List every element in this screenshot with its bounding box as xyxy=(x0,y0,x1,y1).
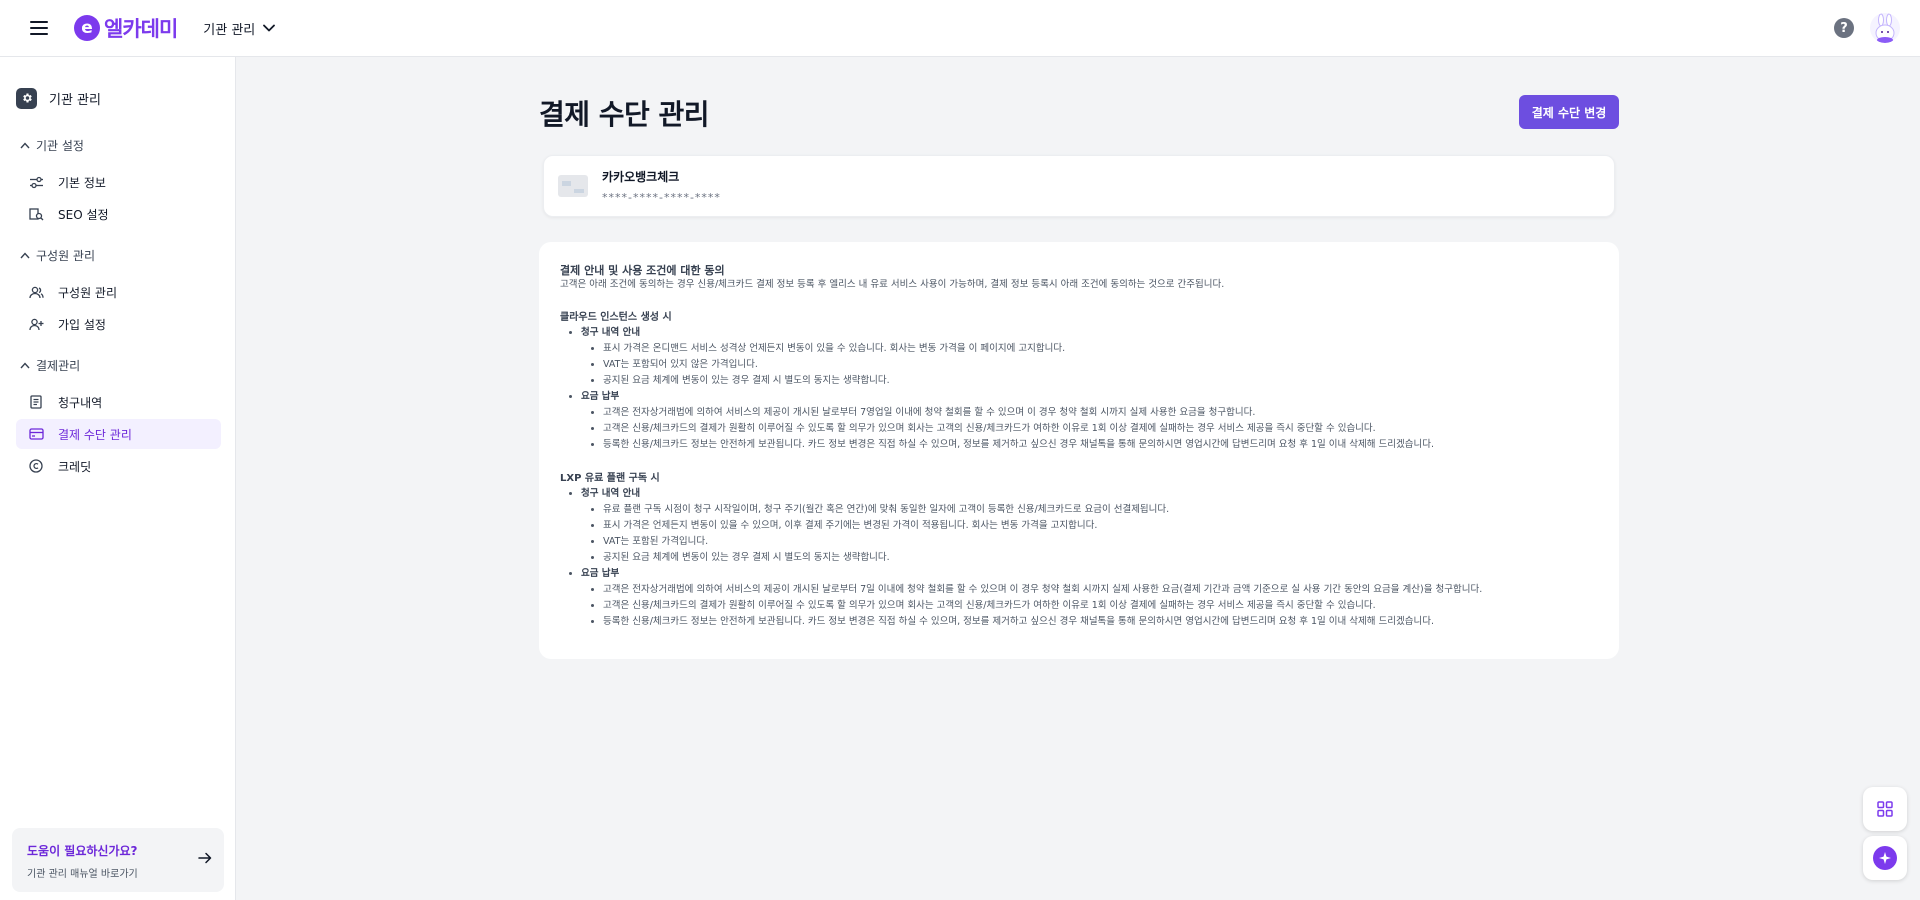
rabbit-avatar-icon xyxy=(1875,13,1895,43)
sidebar-item-signup-settings[interactable]: 가입 설정 xyxy=(16,309,221,339)
assistant-button[interactable] xyxy=(1863,836,1907,880)
top-header: e 엘카데미 기관 관리 ? xyxy=(0,0,1920,57)
help-card-subtitle: 기관 관리 매뉴얼 바로가기 xyxy=(27,869,138,880)
terms-item: 표시 가격은 언제든지 변동이 있을 수 있으며, 이후 결제 주기에는 변경된… xyxy=(603,518,1598,534)
logo[interactable]: e 엘카데미 xyxy=(74,13,178,43)
terms-intro: 고객은 아래 조건에 동의하는 경우 신용/체크카드 결제 정보 등록 후 엘리… xyxy=(560,279,1225,290)
section-title-label: 결제관리 xyxy=(36,358,81,373)
sidebar-item-basic-info[interactable]: 기본 정보 xyxy=(16,167,221,197)
chevron-up-icon xyxy=(20,361,30,368)
help-icon[interactable]: ? xyxy=(1834,18,1854,38)
sidebar-item-label: 구성원 관리 xyxy=(58,285,118,300)
terms-item: 고객은 신용/체크카드의 결제가 원활히 이루어질 수 있도록 할 의무가 있으… xyxy=(603,421,1598,437)
payment-card: 카카오뱅크체크 ****-****-****-**** xyxy=(543,155,1615,217)
grid-icon xyxy=(1877,801,1893,817)
terms-group: 청구 내역 안내 표시 가격은 온디맨드 서비스 성격상 언제든지 변동이 있을… xyxy=(581,325,1598,389)
org-selector[interactable]: 기관 관리 xyxy=(203,19,276,38)
copyright-icon xyxy=(28,458,44,474)
sidebar-item-label: 청구내역 xyxy=(58,395,103,410)
terms-item: VAT는 포함된 가격입니다. xyxy=(603,534,1598,550)
sidebar-item-credit[interactable]: 크레딧 xyxy=(16,451,221,481)
user-plus-icon xyxy=(28,316,44,332)
terms-item: 유료 플랜 구독 시점이 청구 시작일이며, 청구 주기(월간 혹은 연간)에 … xyxy=(603,502,1598,518)
card-number: ****-****-****-**** xyxy=(602,191,721,204)
menu-icon[interactable] xyxy=(30,21,48,35)
logo-mark: e xyxy=(74,15,100,41)
apps-button[interactable] xyxy=(1863,787,1907,831)
sidebar-item-label: 크레딧 xyxy=(58,459,92,474)
terms-group-title: 요금 납부 xyxy=(581,391,620,402)
gear-icon xyxy=(16,87,37,109)
org-selector-label: 기관 관리 xyxy=(203,22,256,38)
terms-group: 요금 납부 고객은 전자상거래법에 의하여 서비스의 제공이 개시된 날로부터 … xyxy=(581,566,1598,630)
terms-group-title: 요금 납부 xyxy=(581,568,620,579)
terms-group: 요금 납부 고객은 전자상거래법에 의하여 서비스의 제공이 개시된 날로부터 … xyxy=(581,389,1598,453)
section-title-label: 기관 설정 xyxy=(36,138,84,153)
terms-item: 공지된 요금 체계에 변동이 있는 경우 결제 시 별도의 동지는 생략합니다. xyxy=(603,373,1598,389)
terms-item: 고객은 전자상거래법에 의하여 서비스의 제공이 개시된 날로부터 7영업일 이… xyxy=(603,405,1598,421)
terms-group-list: 청구 내역 안내 유료 플랜 구독 시점이 청구 시작일이며, 청구 주기(월간… xyxy=(560,486,1598,630)
terms-group-list: 청구 내역 안내 표시 가격은 온디맨드 서비스 성격상 언제든지 변동이 있을… xyxy=(560,325,1598,453)
help-card[interactable]: 도움이 필요하신가요? 기관 관리 매뉴얼 바로가기 xyxy=(12,828,224,892)
section-billing[interactable]: 결제관리 xyxy=(20,356,235,374)
card-name: 카카오뱅크체크 xyxy=(602,170,680,184)
terms-group: 청구 내역 안내 유료 플랜 구독 시점이 청구 시작일이며, 청구 주기(월간… xyxy=(581,486,1598,566)
terms-group-title: 청구 내역 안내 xyxy=(581,488,641,499)
terms-title: 결제 안내 및 사용 조건에 대한 동의 xyxy=(560,264,725,277)
sidebar-item-label: 결제 수단 관리 xyxy=(58,427,132,442)
credit-card-icon xyxy=(28,426,44,442)
avatar[interactable] xyxy=(1870,13,1900,43)
sidebar-item-label: 기본 정보 xyxy=(58,175,106,190)
sidebar-item-members[interactable]: 구성원 관리 xyxy=(16,277,221,307)
chevron-up-icon xyxy=(20,251,30,258)
sidebar-item-payment-methods[interactable]: 결제 수단 관리 xyxy=(16,419,221,449)
sidebar-title: 기관 관리 xyxy=(49,92,101,108)
sidebar-item-label: SEO 설정 xyxy=(58,207,109,222)
help-card-title: 도움이 필요하신가요? xyxy=(27,844,138,858)
users-icon xyxy=(28,284,44,300)
terms-item: 공지된 요금 체계에 변동이 있는 경우 결제 시 별도의 동지는 생략합니다. xyxy=(603,550,1598,566)
section-org-settings[interactable]: 기관 설정 xyxy=(20,136,235,154)
receipt-icon xyxy=(28,394,44,410)
terms-section-title: LXP 유료 플랜 구독 시 xyxy=(560,473,660,484)
chevron-up-icon xyxy=(20,141,30,148)
terms-item: 등록한 신용/체크카드 정보는 안전하게 보관됩니다. 카드 정보 변경은 직접… xyxy=(603,614,1598,630)
section-title-label: 구성원 관리 xyxy=(36,248,96,263)
terms-item: 등록한 신용/체크카드 정보는 안전하게 보관됩니다. 카드 정보 변경은 직접… xyxy=(603,437,1598,453)
terms-panel: 결제 안내 및 사용 조건에 대한 동의 고객은 아래 조건에 동의하는 경우 … xyxy=(539,242,1619,659)
terms-item: 표시 가격은 온디맨드 서비스 성격상 언제든지 변동이 있을 수 있습니다. … xyxy=(603,341,1598,357)
sliders-icon xyxy=(28,174,44,190)
page-title: 결제 수단 관리 xyxy=(539,98,710,131)
sidebar-header: 기관 관리 xyxy=(16,87,235,109)
logo-text: 엘카데미 xyxy=(104,17,178,41)
terms-item: VAT는 포함되어 있지 않은 가격입니다. xyxy=(603,357,1598,373)
terms-item: 고객은 전자상거래법에 의하여 서비스의 제공이 개시된 날로부터 7일 이내에… xyxy=(603,582,1598,598)
sidebar-item-seo[interactable]: SEO 설정 xyxy=(16,199,221,229)
section-members[interactable]: 구성원 관리 xyxy=(20,246,235,264)
star-icon xyxy=(1873,846,1897,870)
arrow-right-icon xyxy=(198,852,212,864)
sidebar-item-billing-history[interactable]: 청구내역 xyxy=(16,387,221,417)
sidebar: 기관 관리 기관 설정 기본 정보 SEO 설정 구성원 관리 구성원 관리 가… xyxy=(0,57,236,900)
terms-section-title: 클라우드 인스턴스 생성 시 xyxy=(560,312,672,323)
terms-item: 고객은 신용/체크카드의 결제가 원활히 이루어질 수 있도록 할 의무가 있으… xyxy=(603,598,1598,614)
chevron-down-icon xyxy=(263,24,276,32)
terms-group-title: 청구 내역 안내 xyxy=(581,327,641,338)
card-icon xyxy=(558,175,588,197)
change-payment-method-button[interactable]: 결제 수단 변경 xyxy=(1519,95,1619,129)
seo-icon xyxy=(28,206,44,222)
sidebar-item-label: 가입 설정 xyxy=(58,317,106,332)
